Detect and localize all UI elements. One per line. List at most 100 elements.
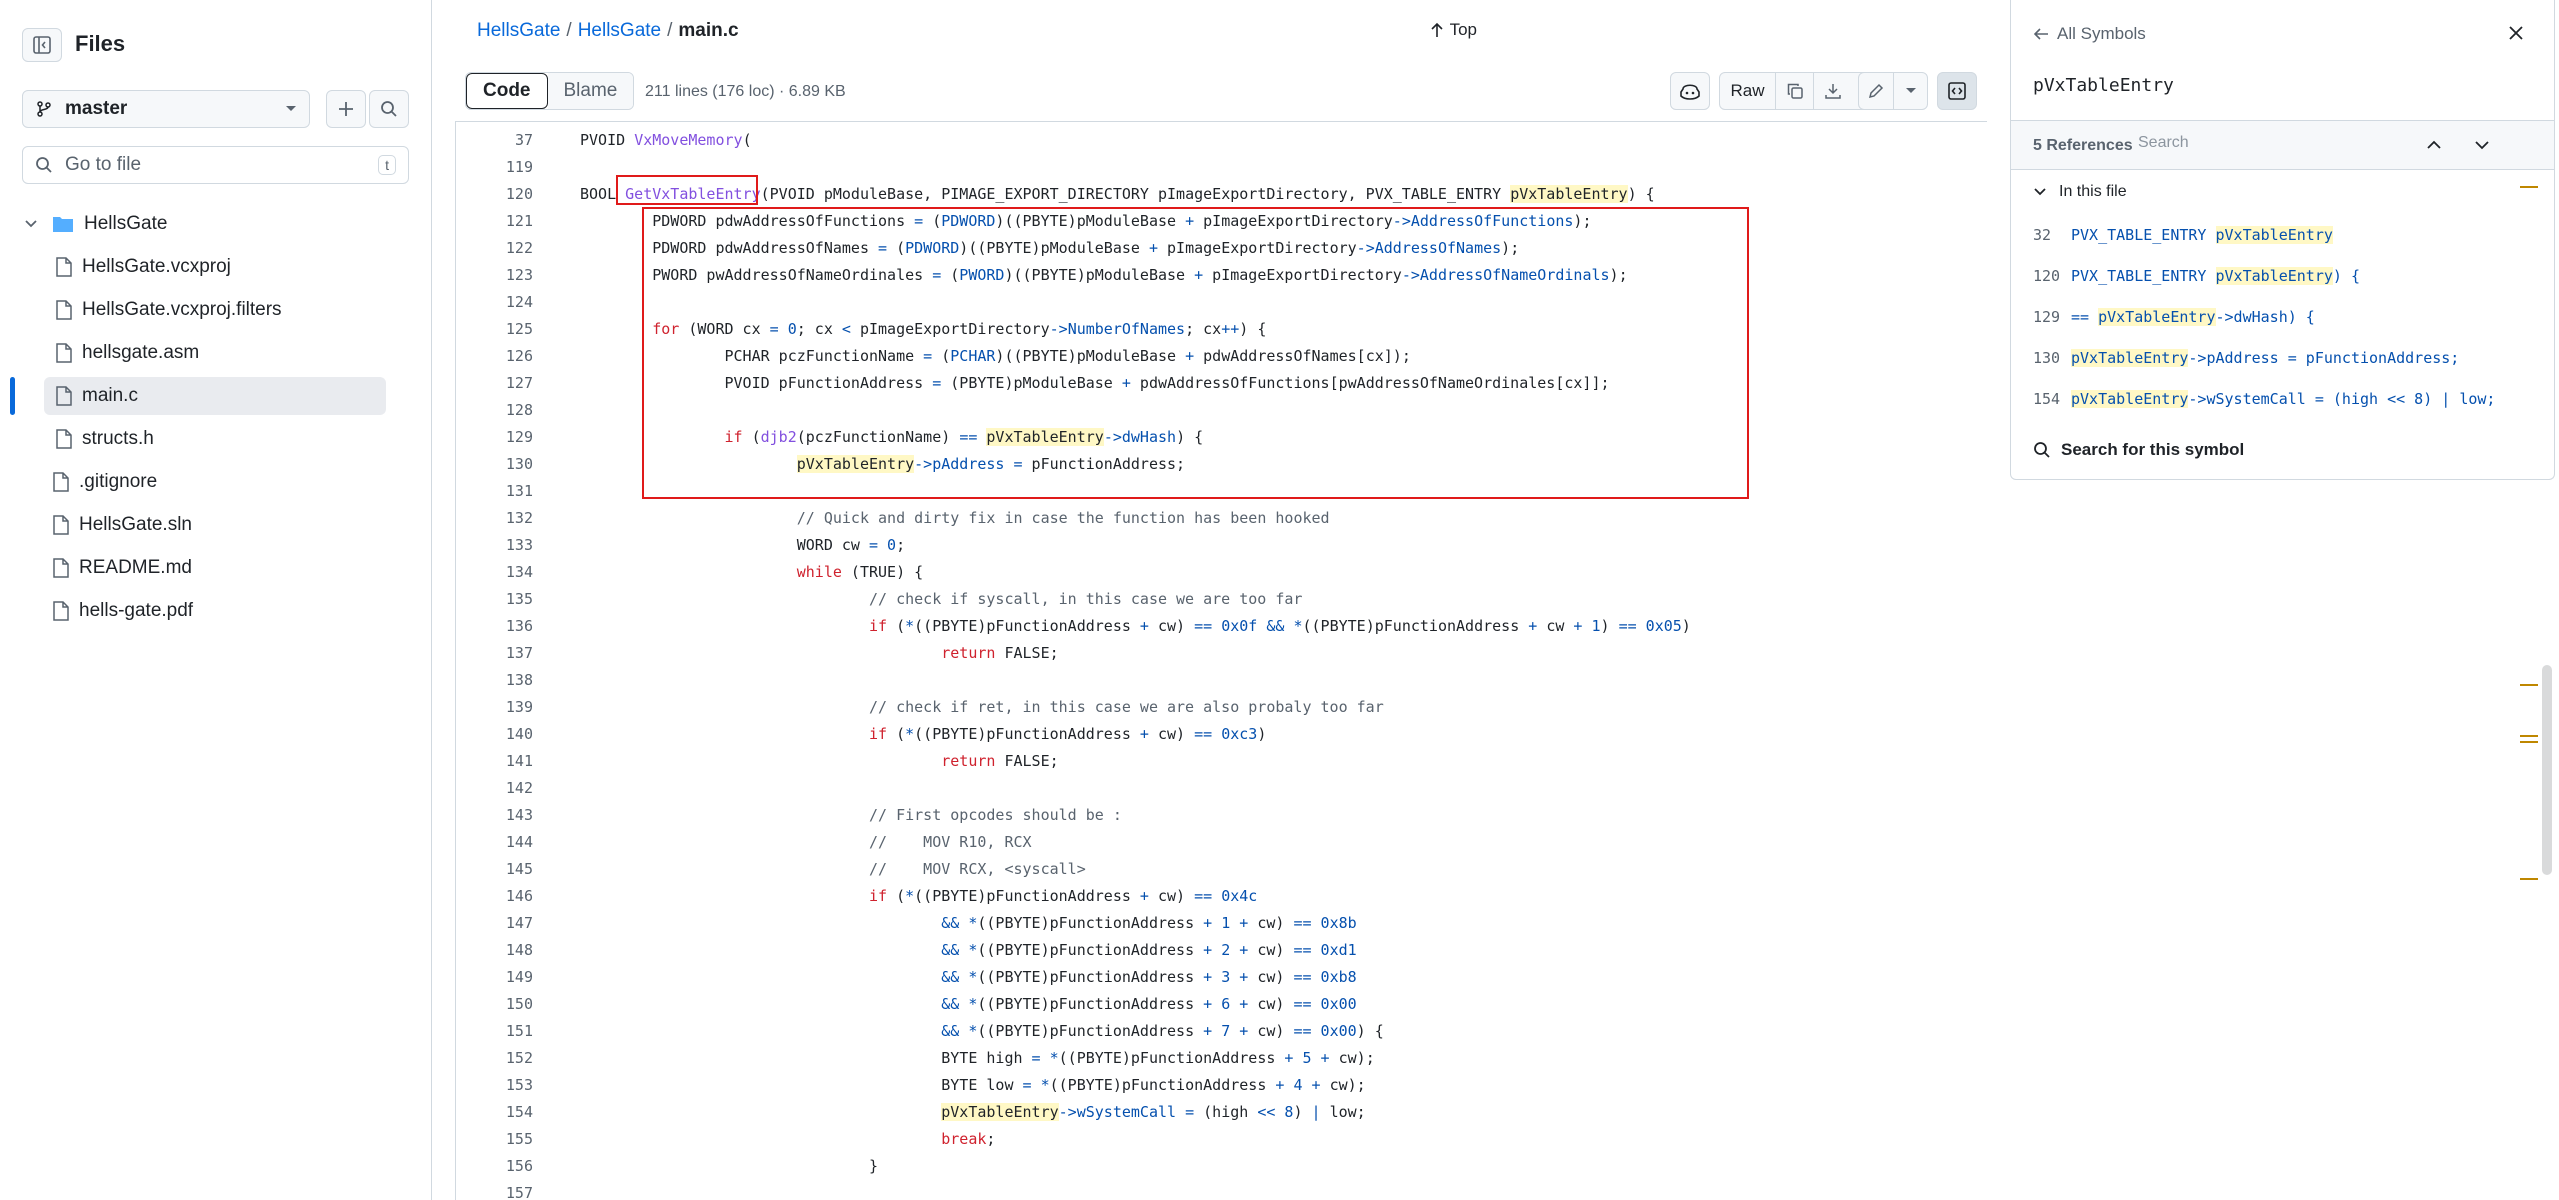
line-number[interactable]: 143 xyxy=(456,802,533,829)
line-number[interactable]: 120 xyxy=(456,181,533,208)
branch-selector[interactable]: master xyxy=(22,90,310,128)
reference-line-number: 32 xyxy=(2033,226,2052,244)
references-search-input[interactable] xyxy=(2136,133,2290,153)
line-number[interactable]: 37 xyxy=(456,127,533,154)
search-for-symbol-button[interactable]: Search for this symbol xyxy=(2033,440,2244,460)
line-number[interactable]: 145 xyxy=(456,856,533,883)
file-icon xyxy=(56,257,72,277)
line-number[interactable]: 154 xyxy=(456,1099,533,1126)
line-number[interactable]: 156 xyxy=(456,1153,533,1180)
line-number[interactable]: 135 xyxy=(456,586,533,613)
chevron-down-icon xyxy=(2034,188,2046,196)
line-number[interactable]: 148 xyxy=(456,937,533,964)
edit-options-button[interactable] xyxy=(1894,73,1927,109)
scrollbar-thumb[interactable] xyxy=(2542,665,2552,875)
symbols-panel-toggle[interactable] xyxy=(1937,72,1977,110)
tree-item-file[interactable]: README.md xyxy=(53,549,383,587)
tree-item-file-selected[interactable]: main.c xyxy=(44,377,386,415)
download-icon xyxy=(1824,84,1841,99)
line-number[interactable]: 133 xyxy=(456,532,533,559)
scroll-match-marker xyxy=(2520,735,2538,737)
go-to-file-input[interactable] xyxy=(63,153,379,177)
copy-raw-button[interactable] xyxy=(1776,73,1814,109)
code-text: && *((PBYTE)pFunctionAddress + 7 + cw) =… xyxy=(941,1022,1384,1040)
line-number[interactable]: 142 xyxy=(456,775,533,802)
line-number[interactable]: 151 xyxy=(456,1018,533,1045)
tree-item-file[interactable]: HellsGate.sln xyxy=(53,506,383,544)
download-button[interactable] xyxy=(1814,73,1851,109)
tab-code[interactable]: Code xyxy=(466,73,548,109)
tree-item-file[interactable]: structs.h xyxy=(56,420,386,458)
tab-blame[interactable]: Blame xyxy=(547,73,634,109)
line-number[interactable]: 137 xyxy=(456,640,533,667)
code-line: 150 && *((PBYTE)pFunctionAddress + 6 + c… xyxy=(456,991,1987,1018)
chevron-down-icon[interactable] xyxy=(2474,139,2490,151)
line-number[interactable]: 126 xyxy=(456,343,533,370)
code-text: while (TRUE) { xyxy=(796,563,924,581)
tree-item-file[interactable]: hells-gate.pdf xyxy=(53,592,383,630)
search-files-button[interactable] xyxy=(369,90,409,128)
file-icon xyxy=(53,472,69,492)
collapse-sidebar-button[interactable] xyxy=(22,28,62,62)
line-number[interactable]: 152 xyxy=(456,1045,533,1072)
all-symbols-label: All Symbols xyxy=(2057,24,2146,43)
go-to-file-box[interactable]: t xyxy=(22,146,409,184)
code-line: 141 return FALSE; xyxy=(456,748,1987,775)
line-number[interactable]: 134 xyxy=(456,559,533,586)
references-bar: 5 References xyxy=(2011,120,2554,170)
close-symbols-button[interactable] xyxy=(2508,20,2524,48)
symbols-panel: All Symbols pVxTableEntry 5 References I… xyxy=(2010,0,2555,480)
line-number[interactable]: 146 xyxy=(456,883,533,910)
line-number[interactable]: 132 xyxy=(456,505,533,532)
tree-item-folder[interactable]: HellsGate xyxy=(24,205,409,243)
breadcrumb-folder-link[interactable]: HellsGate xyxy=(578,20,661,41)
code-line: 143 // First opcodes should be : xyxy=(456,802,1987,829)
line-number[interactable]: 139 xyxy=(456,694,533,721)
tree-item-file[interactable]: HellsGate.vcxproj xyxy=(56,248,386,286)
line-number[interactable]: 129 xyxy=(456,424,533,451)
line-number[interactable]: 147 xyxy=(456,910,533,937)
line-number[interactable]: 127 xyxy=(456,370,533,397)
line-number[interactable]: 155 xyxy=(456,1126,533,1153)
reference-item[interactable]: 32 PVX_TABLE_ENTRY pVxTableEntry xyxy=(2033,226,2333,244)
line-number[interactable]: 157 xyxy=(456,1180,533,1200)
line-number[interactable]: 153 xyxy=(456,1072,533,1099)
line-number[interactable]: 138 xyxy=(456,667,533,694)
line-number[interactable]: 150 xyxy=(456,991,533,1018)
breadcrumb-repo-link[interactable]: HellsGate xyxy=(477,20,560,41)
all-symbols-link[interactable]: All Symbols xyxy=(2033,24,2146,44)
line-number[interactable]: 140 xyxy=(456,721,533,748)
line-number[interactable]: 131 xyxy=(456,478,533,505)
line-number[interactable]: 123 xyxy=(456,262,533,289)
in-this-file-toggle[interactable]: In this file xyxy=(2033,183,2127,201)
edit-file-button[interactable] xyxy=(1859,73,1895,109)
reference-item[interactable]: 154 pVxTableEntry->wSystemCall = (high <<… xyxy=(2033,390,2495,408)
line-number[interactable]: 141 xyxy=(456,748,533,775)
reference-item[interactable]: 120 PVX_TABLE_ENTRY pVxTableEntry) { xyxy=(2033,267,2360,285)
line-number[interactable]: 136 xyxy=(456,613,533,640)
line-number[interactable]: 130 xyxy=(456,451,533,478)
raw-button[interactable]: Raw xyxy=(1720,73,1776,109)
line-number[interactable]: 128 xyxy=(456,397,533,424)
chevron-down-icon xyxy=(25,220,37,228)
copy-icon xyxy=(1787,83,1803,99)
code-text: && *((PBYTE)pFunctionAddress + 2 + cw) =… xyxy=(941,941,1357,959)
chevron-up-icon[interactable] xyxy=(2426,139,2442,151)
add-file-button[interactable] xyxy=(326,90,366,128)
tree-item-file[interactable]: hellsgate.asm xyxy=(56,334,386,372)
reference-item[interactable]: 129 == pVxTableEntry->dwHash) { xyxy=(2033,308,2315,326)
line-number[interactable]: 119 xyxy=(456,154,533,181)
code-line: 146 if (*((PBYTE)pFunctionAddress + cw) … xyxy=(456,883,1987,910)
tree-item-file[interactable]: HellsGate.vcxproj.filters xyxy=(56,291,386,329)
breadcrumb-current-file: main.c xyxy=(678,20,739,41)
line-number[interactable]: 144 xyxy=(456,829,533,856)
tree-item-file[interactable]: .gitignore xyxy=(53,463,383,501)
line-number[interactable]: 125 xyxy=(456,316,533,343)
reference-item[interactable]: 130 pVxTableEntry->pAddress = pFunctionAd… xyxy=(2033,349,2459,367)
line-number[interactable]: 122 xyxy=(456,235,533,262)
line-number[interactable]: 149 xyxy=(456,964,533,991)
copilot-button[interactable] xyxy=(1670,72,1710,110)
line-number[interactable]: 124 xyxy=(456,289,533,316)
line-number[interactable]: 121 xyxy=(456,208,533,235)
back-to-top-button[interactable]: Top xyxy=(1430,20,1477,40)
